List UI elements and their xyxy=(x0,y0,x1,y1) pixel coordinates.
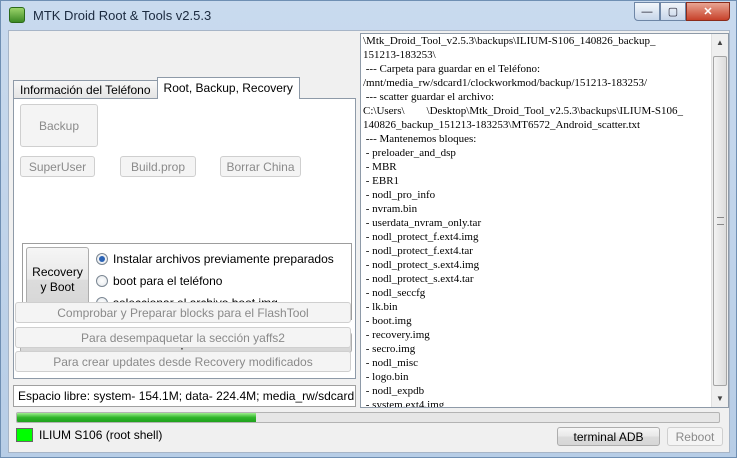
log-line: - nodl_protect_f.ext4.img xyxy=(363,231,479,243)
log-line: - userdata_nvram_only.tar xyxy=(363,217,482,229)
window-controls: — ▢ ✕ xyxy=(634,2,730,21)
crear-updates-button[interactable]: Para crear updates desde Recovery modifi… xyxy=(15,351,351,372)
close-button[interactable]: ✕ xyxy=(686,2,730,21)
log-line: - boot.img xyxy=(363,315,412,327)
log-line: - secro.img xyxy=(363,343,416,355)
log-line: - recovery.img xyxy=(363,329,430,341)
log-line: C:\Users\ \Desktop\Mtk_Droid_Tool_v2.5.3… xyxy=(363,105,684,117)
log-line: - lk.bin xyxy=(363,301,398,313)
log-line: /mnt/media_rw/sdcard1/clockworkmod/backu… xyxy=(363,77,648,89)
log-text: \Mtk_Droid_Tool_v2.5.3\backups\ILIUM-S10… xyxy=(363,34,711,408)
log-line: - system.ext4.img xyxy=(363,399,445,408)
scroll-up-arrow-icon[interactable]: ▲ xyxy=(712,34,728,51)
backup-button[interactable]: Backup xyxy=(20,104,98,147)
progress-fill xyxy=(17,413,256,422)
device-status-indicator xyxy=(16,428,33,442)
tab-informacion[interactable]: Información del Teléfono xyxy=(13,80,158,99)
log-line: 151213-183253\ xyxy=(363,49,436,61)
client-area: Información del Teléfono Root, Backup, R… xyxy=(8,30,730,453)
log-line: --- scatter guardar el archivo: xyxy=(363,91,495,103)
build-prop-button[interactable]: Build.prop xyxy=(120,156,196,177)
terminal-adb-button[interactable]: terminal ADB xyxy=(557,427,660,446)
log-line: - nodl_protect_s.ext4.img xyxy=(363,259,480,271)
log-line: - MBR xyxy=(363,161,397,173)
radio-label: boot para el teléfono xyxy=(113,274,223,288)
radio-indicator[interactable] xyxy=(96,275,108,287)
radio-instalar[interactable]: Instalar archivos previamente preparados xyxy=(96,252,334,266)
minimize-button[interactable]: — xyxy=(634,2,660,21)
free-space-status: Espacio libre: system- 154.1M; data- 224… xyxy=(13,385,356,407)
grip-icon xyxy=(717,217,724,225)
title-bar[interactable]: MTK Droid Root & Tools v2.5.3 — ▢ ✕ xyxy=(1,1,736,29)
log-line: - nvram.bin xyxy=(363,203,418,215)
log-line: - EBR1 xyxy=(363,175,400,187)
scroll-thumb[interactable] xyxy=(713,56,727,386)
log-line: - logo.bin xyxy=(363,371,409,383)
log-line: \Mtk_Droid_Tool_v2.5.3\backups\ILIUM-S10… xyxy=(363,35,656,47)
log-line: --- Mantenemos bloques: xyxy=(363,133,477,145)
log-line: - nodl_protect_s.ext4.tar xyxy=(363,273,474,285)
log-line: - preloader_and_dsp xyxy=(363,147,456,159)
log-line: - nodl_misc xyxy=(363,357,418,369)
scroll-down-arrow-icon[interactable]: ▼ xyxy=(712,390,728,407)
app-icon xyxy=(9,7,25,23)
log-line: 140826_backup_151213-183253\MT6572_Andro… xyxy=(363,119,641,131)
log-output[interactable]: \Mtk_Droid_Tool_v2.5.3\backups\ILIUM-S10… xyxy=(360,33,729,408)
app-window: MTK Droid Root & Tools v2.5.3 — ▢ ✕ Info… xyxy=(0,0,737,458)
window-title: MTK Droid Root & Tools v2.5.3 xyxy=(33,8,212,23)
log-scrollbar[interactable]: ▲ ▼ xyxy=(711,34,728,407)
log-line: - nodl_seccfg xyxy=(363,287,426,299)
tab-strip: Información del Teléfono Root, Backup, R… xyxy=(13,77,300,99)
desempaquetar-yaffs2-button[interactable]: Para desempaquetar la sección yaffs2 xyxy=(15,327,351,348)
radio-boot-telefono[interactable]: boot para el teléfono xyxy=(96,274,222,288)
radio-indicator[interactable] xyxy=(96,253,108,265)
superuser-button[interactable]: SuperUser xyxy=(20,156,95,177)
tab-root-backup-recovery[interactable]: Root, Backup, Recovery xyxy=(156,77,300,99)
radio-label: Instalar archivos previamente preparados xyxy=(113,252,334,266)
device-label: ILIUM S106 (root shell) xyxy=(39,428,163,442)
log-line: - nodl_expdb xyxy=(363,385,425,397)
comprobar-blocks-button[interactable]: Comprobar y Preparar blocks para el Flas… xyxy=(15,302,351,323)
log-line: --- Carpeta para guardar en el Teléfono: xyxy=(363,63,541,75)
borrar-china-button[interactable]: Borrar China xyxy=(220,156,301,177)
log-line: - nodl_protect_f.ext4.tar xyxy=(363,245,473,257)
reboot-button[interactable]: Reboot xyxy=(667,427,723,446)
maximize-button[interactable]: ▢ xyxy=(660,2,686,21)
log-line: - nodl_pro_info xyxy=(363,189,436,201)
progress-bar xyxy=(16,412,720,423)
